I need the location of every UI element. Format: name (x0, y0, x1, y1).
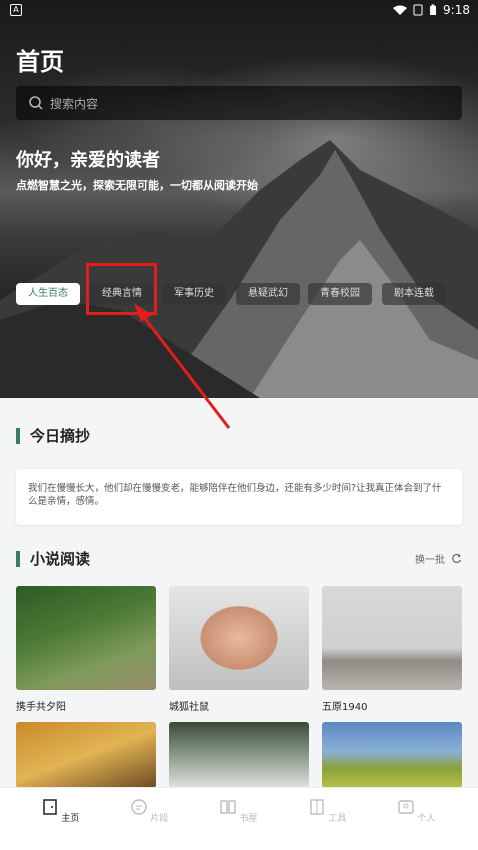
battery-icon (430, 4, 437, 15)
book-cover (16, 722, 156, 788)
category-tab-2[interactable]: 军事历史 (162, 283, 226, 305)
nav-label: 片段 (150, 814, 169, 824)
book-card[interactable] (322, 722, 462, 788)
page-title: 首页 (16, 48, 64, 76)
section-title-novels: 小说阅读 (16, 551, 90, 567)
excerpt-text: 我们在慢慢长大，他们却在慢慢变老，能够陪伴在他们身边，还能有多少时间?让我真正体… (28, 483, 442, 507)
nav-snippet[interactable]: 片段 (119, 798, 179, 824)
status-time: 9:18 (443, 3, 470, 17)
books-icon (219, 800, 236, 814)
greeting: 你好，亲爱的读者 (16, 150, 160, 171)
book-cover (322, 722, 462, 788)
book-title: 城狐社鼠 (169, 702, 209, 713)
home-icon (42, 799, 57, 815)
book-cover (169, 586, 309, 690)
nav-home[interactable]: 主页 (30, 798, 90, 824)
book-cover (16, 586, 156, 690)
refresh-icon (452, 553, 462, 564)
refresh-button[interactable]: 换一批 (415, 551, 462, 566)
nav-label: 个人 (417, 814, 436, 824)
search-bar[interactable]: 搜索内容 (16, 86, 462, 120)
slogan: 点燃智慧之光，探索无限可能，一切都从阅读开始 (16, 179, 258, 192)
book-title: 携手共夕阳 (16, 702, 66, 713)
nav-label: 书屋 (239, 814, 258, 824)
sim-icon (413, 4, 423, 16)
chat-icon (130, 799, 147, 815)
refresh-label: 换一批 (415, 555, 445, 566)
search-input[interactable]: 搜索内容 (50, 95, 98, 112)
book-card[interactable]: 五原1940 (322, 586, 462, 713)
nav-label: 主页 (61, 814, 80, 824)
status-bar: A 9:18 (0, 0, 478, 22)
nav-label: 工具 (328, 814, 347, 824)
category-tab-4[interactable]: 青春校园 (308, 283, 372, 305)
nav-profile[interactable]: 个人 (386, 798, 446, 824)
notification-icon: A (10, 4, 22, 16)
book-card[interactable]: 携手共夕阳 (16, 586, 156, 713)
category-tab-5[interactable]: 剧本连载 (382, 283, 446, 305)
category-tab-3[interactable]: 悬疑武幻 (236, 283, 300, 305)
book-cover (322, 586, 462, 690)
book-title: 五原1940 (322, 702, 368, 713)
book-card[interactable] (169, 722, 309, 788)
nav-bookstore[interactable]: 书屋 (208, 798, 268, 824)
highlight-box (86, 263, 157, 315)
tools-icon (309, 799, 324, 815)
book-card[interactable]: 城狐社鼠 (169, 586, 309, 713)
wifi-icon (393, 5, 408, 15)
bottom-nav: 主页 片段 书屋 工具 个人 (0, 787, 478, 850)
hero-banner (0, 0, 478, 398)
book-card[interactable] (16, 722, 156, 788)
section-title-today: 今日摘抄 (16, 428, 90, 444)
category-tab-0[interactable]: 人生百态 (16, 283, 80, 305)
search-icon (29, 96, 43, 110)
book-cover (169, 722, 309, 788)
profile-icon (397, 800, 414, 814)
mountain-background (0, 140, 478, 398)
excerpt-card[interactable]: 我们在慢慢长大，他们却在慢慢变老，能够陪伴在他们身边，还能有多少时间?让我真正体… (16, 469, 462, 525)
nav-tools[interactable]: 工具 (297, 798, 357, 824)
